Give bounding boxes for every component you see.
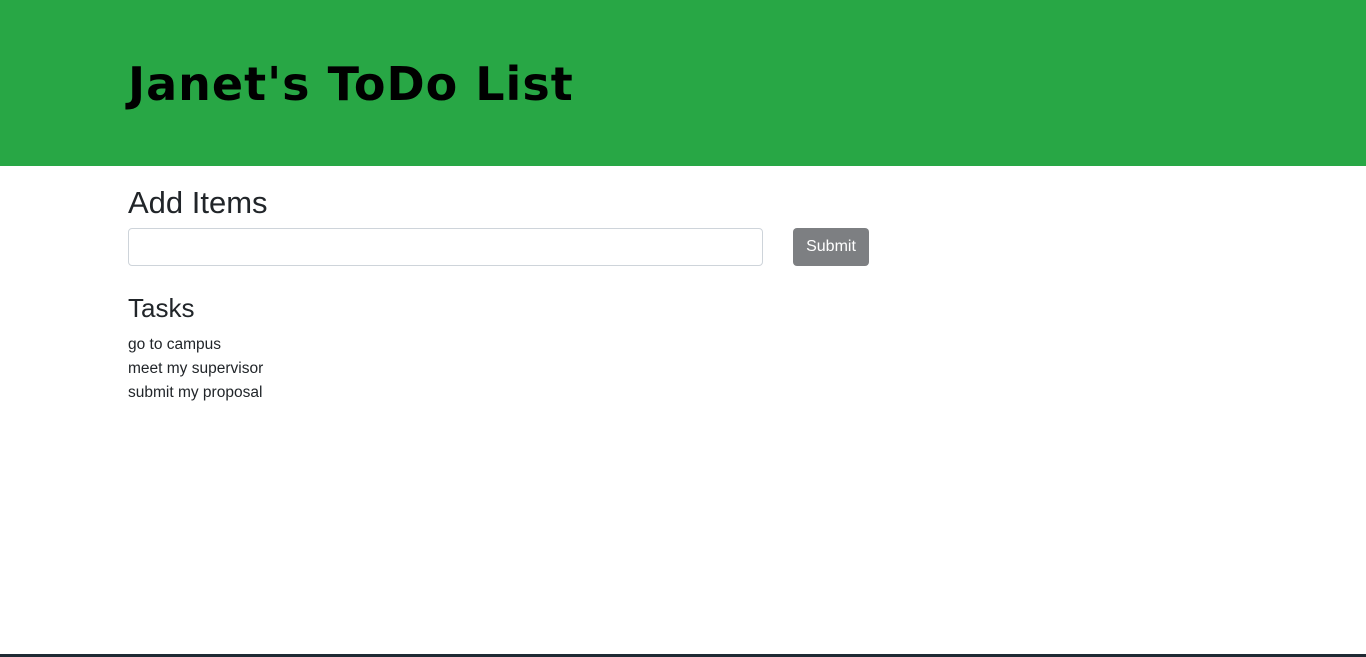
header-banner: Janet's ToDo List xyxy=(0,0,1366,166)
page-title: Janet's ToDo List xyxy=(128,57,574,111)
add-items-heading: Add Items xyxy=(128,185,268,220)
task-item: submit my proposal xyxy=(128,384,263,401)
task-item: go to campus xyxy=(128,336,222,353)
task-list: go to campus meet my supervisor submit m… xyxy=(128,333,263,405)
task-item: meet my supervisor xyxy=(128,360,264,377)
new-item-input[interactable] xyxy=(128,228,763,266)
submit-button[interactable]: Submit xyxy=(793,228,869,266)
tasks-heading: Tasks xyxy=(128,293,195,323)
page: Janet's ToDo List Add Items Submit Tasks… xyxy=(0,0,1366,657)
